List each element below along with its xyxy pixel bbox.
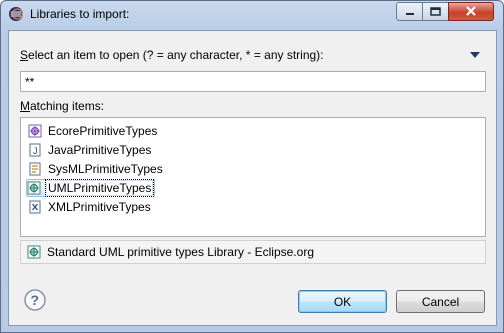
matching-text: atching items: [30, 99, 105, 113]
list-item-selected[interactable]: UMLPrimitiveTypes [26, 179, 156, 197]
sysml-library-icon [28, 162, 42, 176]
matching-items-label: Matching items: [20, 99, 104, 113]
pattern-prompt-label: Select an item to open (? = any characte… [20, 48, 324, 62]
dialog-window: Libraries to import: Select an item to o… [0, 0, 504, 333]
svg-text:J: J [33, 146, 38, 156]
maximize-button[interactable] [422, 2, 449, 21]
list-item[interactable]: SysMLPrimitiveTypes [28, 160, 165, 178]
uml-library-icon [27, 245, 41, 259]
matching-mnemonic: M [20, 99, 30, 113]
content-panel: Select an item to open (? = any characte… [9, 31, 496, 270]
selection-details-text: Standard UML primitive types Library - E… [47, 245, 314, 259]
minimize-icon [405, 5, 415, 19]
close-icon [465, 5, 477, 19]
list-item-label: XMLPrimitiveTypes [48, 200, 151, 214]
minimize-button[interactable] [396, 2, 423, 21]
list-item-label: JavaPrimitiveTypes [48, 143, 152, 157]
eclipse-app-icon [8, 6, 24, 22]
maximize-icon [430, 5, 441, 19]
svg-text:?: ? [31, 292, 40, 308]
cancel-button[interactable]: Cancel [396, 290, 485, 313]
list-item-label: SysMLPrimitiveTypes [48, 162, 163, 176]
xml-library-icon [28, 200, 42, 214]
list-item-label: UMLPrimitiveTypes [45, 179, 155, 197]
list-item[interactable]: J JavaPrimitiveTypes [28, 141, 153, 159]
pattern-input[interactable] [20, 71, 486, 92]
title-bar[interactable]: Libraries to import: [1, 1, 503, 27]
prompt-mnemonic: S [20, 48, 29, 62]
uml-library-icon [27, 181, 41, 195]
dialog-client-area: Select an item to open (? = any characte… [8, 30, 497, 326]
ecore-library-icon [28, 124, 42, 138]
matching-items-list[interactable]: EcorePrimitiveTypes J JavaPrimitiveTypes… [20, 117, 486, 237]
prompt-text: elect an item to open (? = any character… [28, 48, 324, 62]
list-item[interactable]: XMLPrimitiveTypes [28, 198, 153, 216]
java-library-icon: J [28, 143, 42, 157]
list-item-label: EcorePrimitiveTypes [48, 124, 158, 138]
close-button[interactable] [448, 2, 494, 21]
ok-button[interactable]: OK [298, 290, 387, 313]
view-menu-arrow-icon[interactable] [470, 52, 480, 58]
list-item[interactable]: EcorePrimitiveTypes [28, 122, 159, 140]
selection-details-bar: Standard UML primitive types Library - E… [20, 240, 486, 264]
help-icon[interactable]: ? [24, 289, 46, 311]
window-title: Libraries to import: [30, 7, 130, 21]
